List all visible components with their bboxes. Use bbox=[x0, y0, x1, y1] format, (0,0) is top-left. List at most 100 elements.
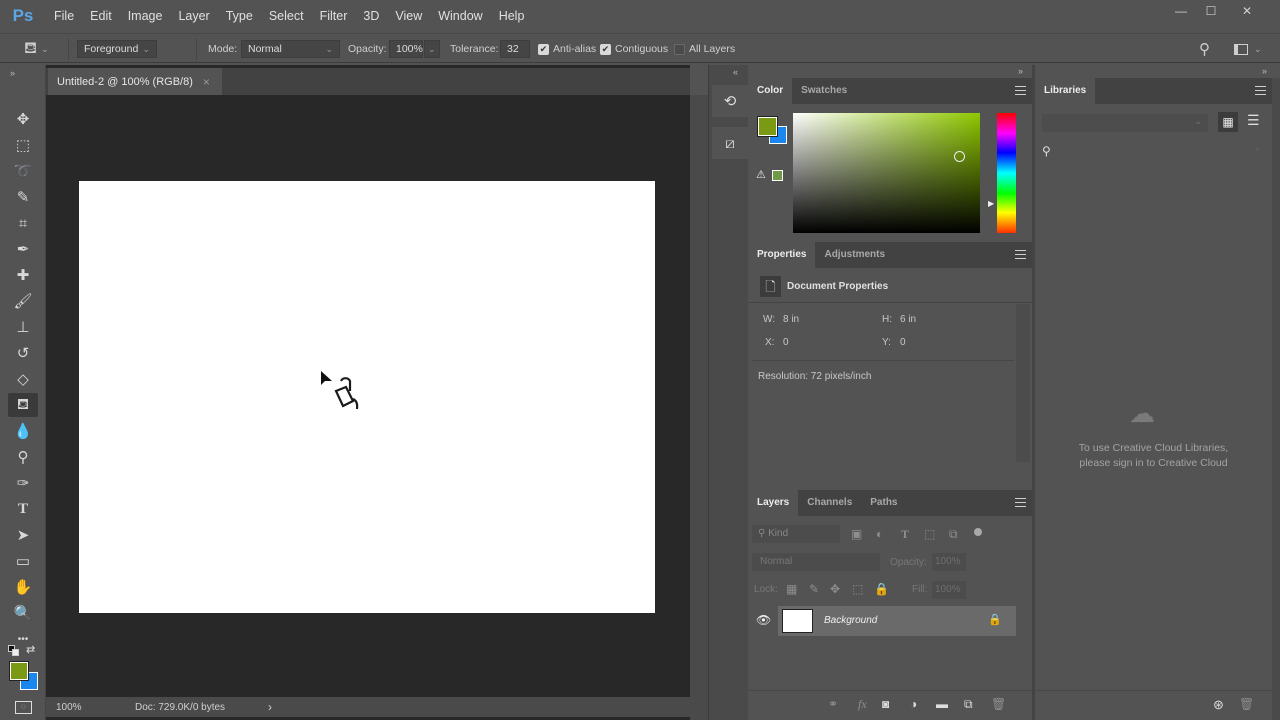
filter-type-layers-icon[interactable]: T bbox=[901, 527, 909, 542]
new-group-icon[interactable]: ▬ bbox=[936, 697, 948, 711]
canvas[interactable] bbox=[79, 181, 655, 613]
mode-select[interactable]: Normal ⌄ bbox=[241, 40, 340, 58]
x-value[interactable]: 0 bbox=[783, 337, 789, 348]
filter-adjustment-layers-icon[interactable]: ◐ bbox=[876, 527, 883, 541]
hue-slider[interactable] bbox=[997, 113, 1016, 233]
expand-toolbox-icon[interactable]: » bbox=[10, 68, 15, 78]
tab-channels[interactable]: Channels bbox=[798, 490, 861, 516]
width-value[interactable]: 8 in bbox=[783, 314, 799, 325]
filter-smart-objects-icon[interactable]: ⧉ bbox=[949, 527, 958, 542]
lock-transparent-pixels-icon[interactable]: ▦ bbox=[786, 582, 797, 596]
filter-toggle-icon[interactable] bbox=[974, 528, 982, 536]
layer-name[interactable]: Background bbox=[824, 615, 877, 626]
eyedropper-tool[interactable]: ✒ bbox=[8, 237, 38, 261]
search-icon[interactable]: ⚲ bbox=[1042, 144, 1051, 158]
color-panel-menu-icon[interactable] bbox=[1015, 86, 1026, 95]
color-field[interactable] bbox=[793, 113, 980, 233]
eraser-tool[interactable]: ◇ bbox=[8, 367, 38, 391]
lock-all-icon[interactable]: 🔒 bbox=[874, 582, 889, 596]
foreground-color-swatch[interactable] bbox=[10, 662, 28, 680]
delete-layer-icon[interactable]: 🗑 bbox=[991, 697, 1006, 711]
menu-image[interactable]: Image bbox=[120, 0, 171, 32]
default-colors-icon[interactable] bbox=[8, 645, 19, 656]
close-tab-icon[interactable]: × bbox=[203, 75, 210, 89]
new-layer-icon[interactable]: ⧉ bbox=[964, 697, 973, 712]
hand-tool[interactable]: ✋ bbox=[8, 575, 38, 599]
status-menu-arrow[interactable]: › bbox=[268, 700, 272, 714]
color-picker-ring[interactable] bbox=[954, 151, 965, 162]
properties-panel-menu-icon[interactable] bbox=[1015, 250, 1026, 259]
clone-stamp-tool[interactable]: ⊥ bbox=[8, 315, 38, 339]
opacity-input[interactable]: 100% bbox=[389, 40, 423, 58]
tool-preset-picker[interactable]: ⛾ ⌄ bbox=[24, 34, 49, 64]
expand-libraries-icon[interactable]: » bbox=[1262, 66, 1267, 76]
color-panel-foreground-swatch[interactable] bbox=[758, 117, 777, 136]
delete-library-item-icon[interactable]: 🗑 bbox=[1239, 697, 1254, 711]
zoom-tool[interactable]: 🔍 bbox=[8, 601, 38, 625]
library-search-input[interactable]: ⌄ bbox=[1055, 142, 1261, 158]
menu-filter[interactable]: Filter bbox=[312, 0, 356, 32]
libraries-panel-menu-icon[interactable] bbox=[1255, 86, 1266, 95]
layers-panel-menu-icon[interactable] bbox=[1015, 498, 1026, 507]
hue-slider-handle[interactable]: ▶ bbox=[988, 199, 994, 208]
vertical-scrollbar[interactable] bbox=[690, 95, 708, 720]
brush-presets-panel-button[interactable]: ⧄ bbox=[712, 127, 748, 159]
rectangle-tool[interactable]: ▭ bbox=[8, 549, 38, 573]
crop-tool[interactable]: ⌗ bbox=[8, 211, 38, 235]
move-tool[interactable]: ✥ bbox=[8, 107, 38, 131]
menu-type[interactable]: Type bbox=[218, 0, 261, 32]
swap-colors-icon[interactable]: ⇄ bbox=[26, 643, 35, 656]
filter-pixel-layers-icon[interactable]: ▣ bbox=[851, 527, 862, 541]
lock-artboard-icon[interactable]: ⬚ bbox=[852, 582, 863, 596]
layer-style-fx-icon[interactable]: fx bbox=[858, 697, 867, 712]
menu-file[interactable]: File bbox=[46, 0, 82, 32]
tolerance-input[interactable]: 32 bbox=[500, 40, 530, 58]
list-view-icon[interactable]: ☰ bbox=[1247, 112, 1260, 129]
tab-adjustments[interactable]: Adjustments bbox=[815, 242, 894, 268]
menu-window[interactable]: Window bbox=[430, 0, 490, 32]
lasso-tool[interactable]: ➰ bbox=[8, 159, 38, 183]
link-layers-icon[interactable]: ⚭ bbox=[828, 697, 838, 711]
height-value[interactable]: 6 in bbox=[900, 314, 916, 325]
layer-row[interactable]: Background 🔒 bbox=[778, 606, 1016, 636]
libraries-scrollbar[interactable] bbox=[1272, 78, 1280, 720]
history-brush-tool[interactable]: ↺ bbox=[8, 341, 38, 365]
fill-input[interactable]: 100% bbox=[932, 581, 966, 599]
lock-position-icon[interactable]: ✥ bbox=[830, 582, 840, 596]
minimize-button[interactable]: — bbox=[1166, 2, 1196, 20]
menu-edit[interactable]: Edit bbox=[82, 0, 120, 32]
layer-filter-kind-select[interactable]: ⚲ Kind bbox=[752, 525, 840, 543]
adjustment-layer-icon[interactable]: ◑ bbox=[910, 697, 917, 711]
menu-help[interactable]: Help bbox=[491, 0, 533, 32]
history-panel-button[interactable]: ⟲ bbox=[712, 85, 748, 117]
marquee-tool[interactable]: ⬚ bbox=[8, 133, 38, 157]
quick-mask-icon[interactable]: ◌ bbox=[15, 701, 32, 714]
brush-tool[interactable]: 🖌 bbox=[8, 289, 38, 313]
grid-view-icon[interactable]: ▦ bbox=[1218, 112, 1238, 132]
library-select[interactable]: ⌄ bbox=[1042, 114, 1208, 132]
blur-tool[interactable]: 💧 bbox=[8, 419, 38, 443]
search-icon[interactable]: ⚲ bbox=[1199, 34, 1210, 64]
workspace-switcher[interactable]: ⌄ bbox=[1234, 34, 1262, 64]
close-window-button[interactable]: ✕ bbox=[1232, 2, 1262, 20]
quick-selection-tool[interactable]: ✎ bbox=[8, 185, 38, 209]
healing-brush-tool[interactable]: ✚ bbox=[8, 263, 38, 287]
tab-paths[interactable]: Paths bbox=[861, 490, 906, 516]
dodge-tool[interactable]: ⚲ bbox=[8, 445, 38, 469]
filter-shape-layers-icon[interactable]: ⬚ bbox=[924, 527, 935, 541]
properties-scrollbar[interactable] bbox=[1016, 304, 1030, 462]
gamut-correction-swatch[interactable] bbox=[772, 170, 783, 181]
opacity-dropdown-button[interactable]: ⌄ bbox=[424, 40, 440, 58]
collapse-panels-icon[interactable]: « bbox=[733, 67, 738, 77]
menu-3d[interactable]: 3D bbox=[355, 0, 387, 32]
tab-color[interactable]: Color bbox=[748, 78, 793, 104]
pen-tool[interactable]: ✑ bbox=[8, 471, 38, 495]
tab-properties[interactable]: Properties bbox=[748, 242, 816, 268]
tab-swatches[interactable]: Swatches bbox=[792, 78, 856, 104]
menu-select[interactable]: Select bbox=[261, 0, 312, 32]
add-mask-icon[interactable]: ◙ bbox=[882, 697, 889, 711]
contiguous-checkbox[interactable]: ✔ Contiguous bbox=[600, 34, 668, 64]
type-tool[interactable]: T bbox=[8, 497, 38, 521]
menu-view[interactable]: View bbox=[387, 0, 430, 32]
paint-bucket-tool[interactable]: ⛾ bbox=[8, 393, 38, 417]
